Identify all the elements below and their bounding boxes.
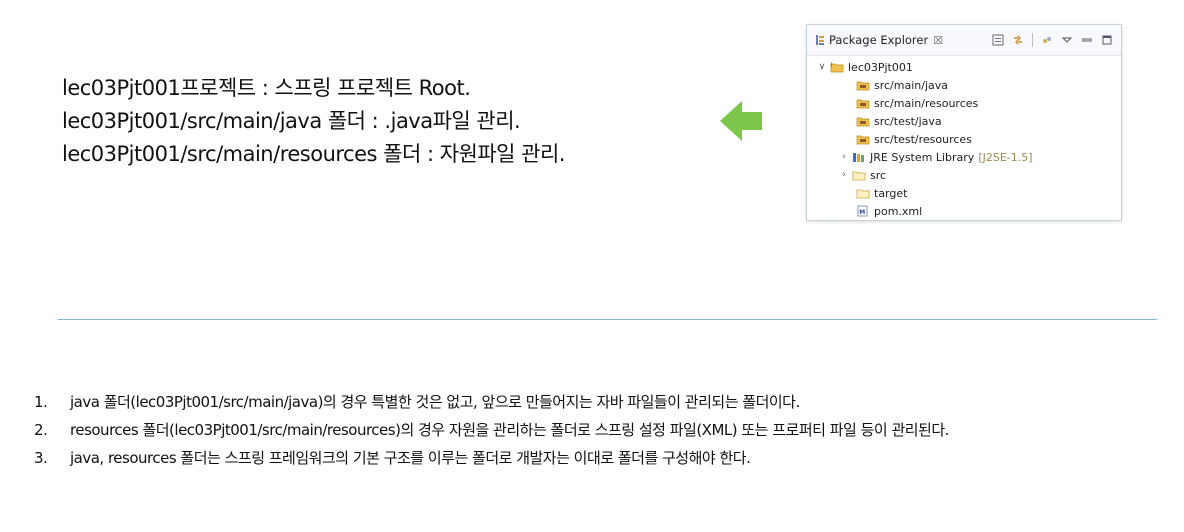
note-item: 3. java, resources 폴더는 스프링 프레임워크의 기본 구조를… (34, 444, 1174, 472)
tree-item-src-test-resources[interactable]: src/test/resources (807, 130, 1121, 148)
tree-item-label: target (874, 186, 908, 200)
tree-item-label: src (870, 168, 887, 182)
link-with-editor-icon[interactable] (1012, 34, 1024, 46)
chevron-down-icon[interactable]: ∨ (817, 62, 827, 72)
package-explorer-title: Package Explorer (829, 33, 929, 47)
source-folder-icon (856, 117, 870, 127)
tree-item-label: pom.xml (874, 204, 923, 218)
package-explorer-header: Package Explorer ☒ (807, 25, 1121, 56)
close-tab-icon[interactable]: ☒ (933, 34, 943, 47)
focus-icon[interactable] (1041, 34, 1053, 46)
note-item: 2. resources 폴더(lec03Pjt001/src/main/res… (34, 416, 1174, 444)
project-name: lec03Pjt001 (848, 60, 913, 74)
library-version-label: [J2SE-1.5] (978, 150, 1033, 164)
note-number: 1. (34, 393, 48, 411)
library-icon (853, 153, 864, 162)
note-number: 3. (34, 449, 48, 467)
tree-item-label: src/test/resources (874, 132, 972, 146)
tree-item-project[interactable]: ∨ J lec03Pjt001 (807, 58, 1121, 76)
toolbar-separator (1032, 33, 1033, 47)
description-block: lec03Pjt001프로젝트 : 스프링 프로젝트 Root. lec03Pj… (62, 72, 702, 171)
svg-text:M: M (859, 209, 865, 216)
tree-item-target[interactable]: target (807, 184, 1121, 202)
source-folder-icon (856, 81, 870, 91)
description-line-resources: lec03Pjt001/src/main/resources 폴더 : 자원파일… (62, 142, 565, 166)
chevron-right-icon[interactable]: › (839, 152, 849, 162)
note-item: 1. java 폴더(lec03Pjt001/src/main/java)의 경… (34, 388, 1174, 416)
minimize-icon[interactable] (1081, 34, 1093, 46)
tree-item-pom-xml[interactable]: M pom.xml (807, 202, 1121, 220)
note-text: java 폴더(lec03Pjt001/src/main/java)의 경우 특… (70, 393, 800, 411)
folder-icon (852, 171, 866, 181)
description-line-java: lec03Pjt001/src/main/java 폴더 : .java파일 관… (62, 109, 521, 133)
maximize-icon[interactable] (1101, 34, 1113, 46)
collapse-all-icon[interactable] (992, 34, 1004, 46)
tree-item-label: src/test/java (874, 114, 942, 128)
section-divider (58, 319, 1157, 320)
tree-item-label: JRE System Library (870, 150, 975, 164)
arrow-left-icon (720, 101, 762, 141)
source-folder-icon (856, 99, 870, 109)
package-explorer-panel: Package Explorer ☒ ∨ J lec03Pjt001 src/m… (806, 24, 1122, 221)
source-folder-icon (856, 135, 870, 145)
tree-item-src-main-resources[interactable]: src/main/resources (807, 94, 1121, 112)
note-number: 2. (34, 421, 48, 439)
tree-item-src-test-java[interactable]: src/test/java (807, 112, 1121, 130)
maven-file-icon: M (857, 205, 868, 217)
notes-list: 1. java 폴더(lec03Pjt001/src/main/java)의 경… (34, 388, 1174, 472)
svg-text:J: J (830, 62, 832, 68)
project-tree: ∨ J lec03Pjt001 src/main/java src/main/r… (807, 56, 1121, 220)
chevron-right-icon[interactable]: › (839, 170, 849, 180)
tree-item-src-main-java[interactable]: src/main/java (807, 76, 1121, 94)
view-toolbar (992, 33, 1121, 47)
tree-item-jre-library[interactable]: › JRE System Library [J2SE-1.5] (807, 148, 1121, 166)
note-text: resources 폴더(lec03Pjt001/src/main/resour… (70, 421, 949, 439)
tree-item-label: src/main/java (874, 78, 949, 92)
package-explorer-icon (816, 35, 824, 45)
tree-item-label: src/main/resources (874, 96, 979, 110)
folder-icon (856, 189, 870, 199)
tree-item-src[interactable]: › src (807, 166, 1121, 184)
project-icon: J (830, 62, 844, 73)
note-text: java, resources 폴더는 스프링 프레임워크의 기본 구조를 이루… (70, 449, 751, 467)
description-line-root: lec03Pjt001프로젝트 : 스프링 프로젝트 Root. (62, 76, 471, 100)
view-menu-icon[interactable] (1061, 34, 1073, 46)
